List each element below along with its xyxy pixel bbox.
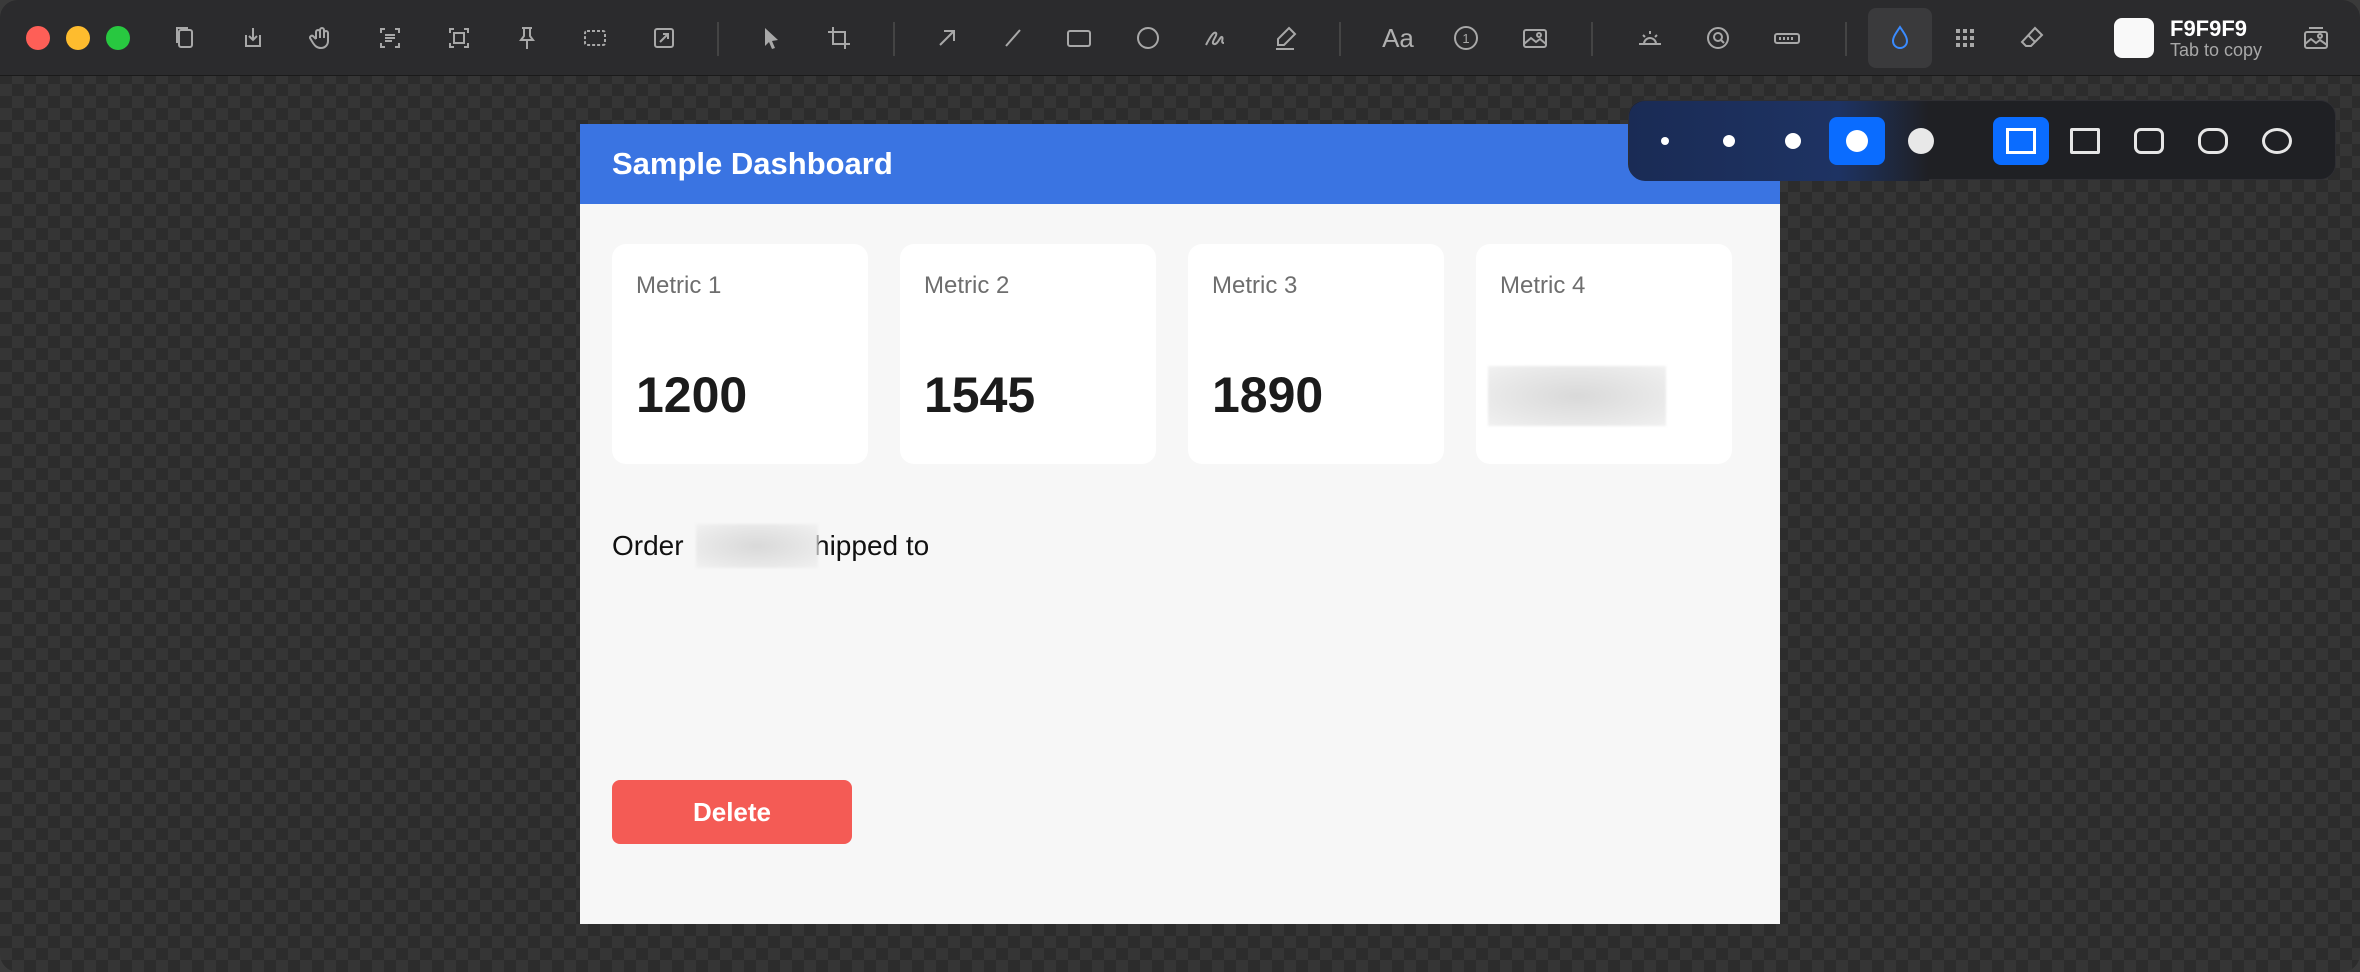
corner-square-option[interactable]	[1993, 117, 2049, 165]
pin-icon[interactable]	[507, 18, 547, 58]
toolbar: Aa 1 F9F9F9 Tab to copy	[0, 0, 2360, 76]
metric-card: Metric 3 1890	[1188, 244, 1444, 464]
metric-label: Metric 1	[636, 272, 722, 299]
size-xl-option[interactable]	[1893, 117, 1949, 165]
select-area-icon[interactable]	[575, 18, 615, 58]
copy-icon[interactable]	[165, 18, 205, 58]
color-swatch[interactable]	[2114, 18, 2154, 58]
pixelate-icon[interactable]	[1945, 18, 1985, 58]
gallery-icon[interactable]	[2296, 18, 2336, 58]
canvas-document: Sample Dashboard Metric 1 1200 Metric 2 …	[580, 124, 1780, 924]
toolbar-divider	[1591, 22, 1593, 56]
order-prefix: Order	[612, 530, 684, 561]
delete-button[interactable]: Delete	[612, 780, 852, 844]
corner-rounded-option[interactable]	[2121, 117, 2177, 165]
blur-redaction[interactable]	[696, 524, 818, 568]
size-m-option[interactable]	[1765, 117, 1821, 165]
drag-hand-icon[interactable]	[301, 18, 341, 58]
toolbar-divider	[717, 22, 719, 56]
highlighter-icon[interactable]	[1265, 18, 1305, 58]
toolbar-divider	[893, 22, 895, 56]
eraser-icon[interactable]	[2012, 18, 2052, 58]
resize-icon[interactable]	[644, 18, 684, 58]
metric-value: 1200	[636, 367, 748, 423]
save-icon[interactable]	[233, 18, 273, 58]
metric-card: Metric 1 1200	[612, 244, 868, 464]
minimize-window-button[interactable]	[66, 26, 90, 50]
scan-icon[interactable]	[439, 18, 479, 58]
size-xs-option[interactable]	[1637, 117, 1693, 165]
line-icon[interactable]	[993, 18, 1033, 58]
color-hex-value[interactable]: F9F9F9	[2170, 16, 2247, 42]
metric-label: Metric 3	[1212, 272, 1298, 299]
corner-slight-option[interactable]	[2057, 117, 2113, 165]
spotlight-icon[interactable]	[1630, 18, 1670, 58]
ocr-text-icon[interactable]	[370, 18, 410, 58]
ellipse-icon[interactable]	[1128, 18, 1168, 58]
color-copy-hint: Tab to copy	[2170, 40, 2263, 60]
metric-value: 1890	[1212, 367, 1324, 423]
close-window-button[interactable]	[26, 26, 50, 50]
order-suffix: hipped to	[814, 530, 930, 561]
page-title: Sample Dashboard	[612, 146, 893, 181]
metric-label: Metric 2	[924, 272, 1010, 299]
dashboard-header: Sample Dashboard	[580, 124, 1780, 204]
pointer-icon[interactable]	[751, 18, 791, 58]
text-icon[interactable]: Aa	[1378, 18, 1418, 58]
crop-icon[interactable]	[819, 18, 859, 58]
metric-value: 1545	[924, 367, 1036, 423]
metric-card: Metric 4	[1476, 244, 1732, 464]
toolbar-divider	[1845, 22, 1847, 56]
metric-label: Metric 4	[1500, 272, 1586, 299]
app-window: Aa 1 F9F9F9 Tab to copy Sample Dashboard…	[0, 0, 2360, 972]
blur-redaction[interactable]	[1488, 366, 1666, 426]
style-palette	[1628, 100, 2336, 181]
image-icon[interactable]	[1515, 18, 1555, 58]
corner-more-rounded-option[interactable]	[2185, 117, 2241, 165]
toolbar-divider	[1339, 22, 1341, 56]
size-s-option[interactable]	[1701, 117, 1757, 165]
metric-card: Metric 2 1545	[900, 244, 1156, 464]
blur-drop-icon[interactable]	[1868, 8, 1932, 68]
counter-icon[interactable]: 1	[1446, 18, 1486, 58]
magnifier-icon[interactable]	[1698, 18, 1738, 58]
svg-text:1: 1	[1462, 31, 1469, 46]
zoom-window-button[interactable]	[106, 26, 130, 50]
rectangle-icon[interactable]	[1059, 18, 1099, 58]
corner-ellipse-option[interactable]	[2249, 117, 2305, 165]
pen-icon[interactable]	[1196, 18, 1236, 58]
size-l-option[interactable]	[1829, 117, 1885, 165]
arrow-icon[interactable]	[927, 18, 967, 58]
blur-bar-icon[interactable]	[1767, 18, 1807, 58]
